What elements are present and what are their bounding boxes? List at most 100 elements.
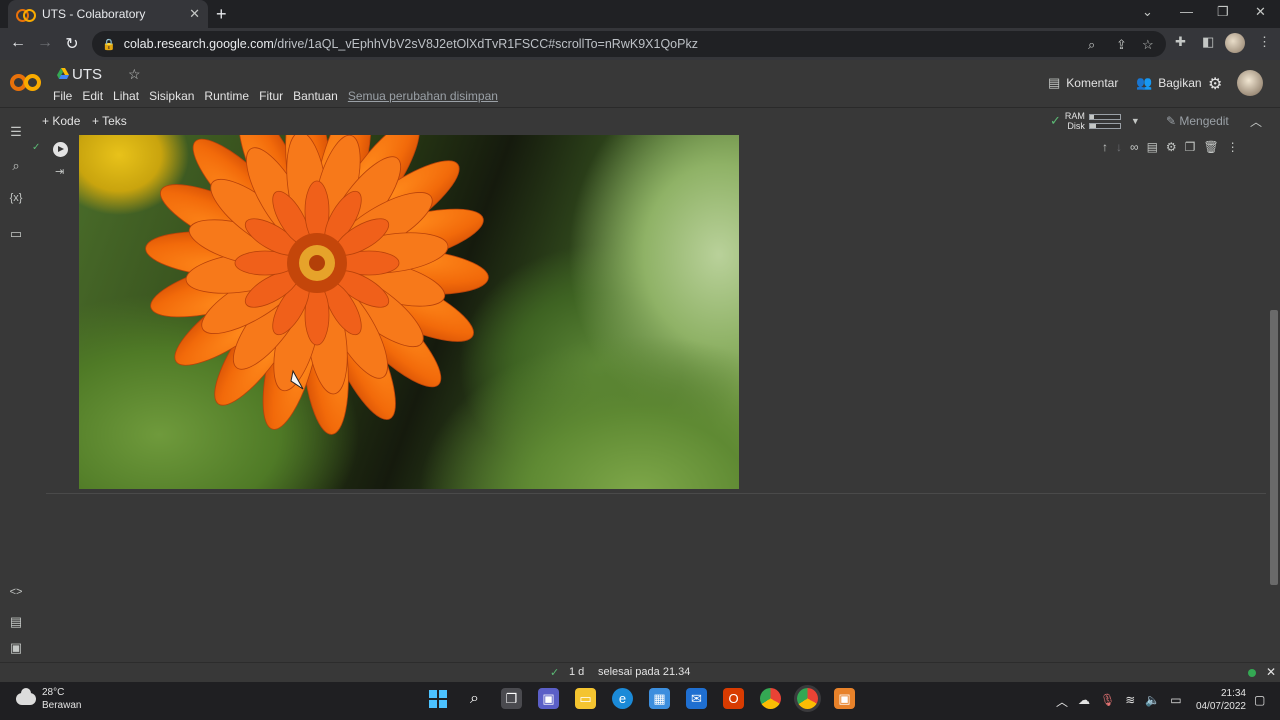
mail-icon[interactable]: ✉ [686, 688, 707, 709]
menu-help[interactable]: Bantuan [293, 89, 338, 103]
chrome-icon[interactable] [760, 688, 781, 709]
people-icon: 👥 [1136, 75, 1153, 90]
output-options-icon[interactable]: ⇥ [55, 165, 64, 178]
share-label: Bagikan [1158, 76, 1202, 90]
comment-cell-icon[interactable]: ▤ [1147, 140, 1158, 154]
side-panel-icon[interactable]: ◧ [1202, 34, 1214, 50]
cell-output-image [79, 135, 739, 489]
files-folder-icon[interactable]: ▭ [8, 226, 24, 242]
notification-icon[interactable]: ▢ [1254, 693, 1265, 707]
windows-start-icon[interactable] [427, 688, 448, 709]
editing-mode-button[interactable]: ✎ Mengedit [1166, 114, 1229, 128]
disk-usage-fill [1089, 123, 1096, 128]
move-down-icon[interactable]: ↓ [1116, 140, 1122, 154]
notebook-title[interactable]: UTS [72, 66, 102, 83]
menu-insert[interactable]: Sisipkan [149, 89, 194, 103]
add-code-button[interactable]: + Kode [42, 114, 80, 128]
back-icon[interactable]: ← [8, 34, 28, 52]
execution-finished-text: selesai pada 21.34 [598, 666, 691, 678]
code-snippets-icon[interactable]: <> [8, 586, 24, 598]
link-icon[interactable]: ∞ [1130, 140, 1139, 154]
settings-gear-icon[interactable]: ⚙ [1208, 74, 1222, 94]
move-up-icon[interactable]: ↑ [1102, 140, 1108, 154]
colab-logo-icon[interactable] [10, 72, 44, 92]
file-explorer-icon[interactable]: ▭ [575, 688, 596, 709]
onedrive-cloud-icon[interactable]: ☁ [1078, 693, 1090, 710]
mirror-cell-icon[interactable]: ❐ [1185, 140, 1196, 154]
browser-profile-avatar[interactable] [1225, 33, 1245, 53]
table-of-contents-icon[interactable]: ☰ [8, 124, 24, 140]
search-taskbar-icon[interactable]: ⌕ [464, 688, 485, 709]
battery-icon[interactable]: ▭ [1170, 693, 1181, 710]
clock-date: 04/07/2022 [1195, 701, 1246, 712]
disk-label: Disk [1067, 121, 1085, 131]
ram-disk-labels: RAM Disk [1065, 111, 1085, 131]
new-tab-button[interactable]: + [216, 4, 227, 24]
search-icon[interactable]: ⌕ [8, 158, 24, 174]
chrome-profile-icon[interactable] [797, 688, 818, 709]
editing-label: Mengedit [1179, 114, 1229, 128]
more-options-icon[interactable]: ⋮ [1227, 140, 1239, 154]
teams-chat-icon[interactable]: ▣ [538, 688, 559, 709]
forward-icon[interactable]: → [35, 34, 55, 52]
menu-tools[interactable]: Fitur [259, 89, 283, 103]
share-button[interactable]: 👥 Bagikan [1136, 75, 1202, 91]
variables-icon[interactable]: {x} [8, 192, 24, 204]
menu-file[interactable]: File [53, 89, 72, 103]
url-text: colab.research.google.com/drive/1aQL_vEp… [123, 37, 698, 51]
menu-edit[interactable]: Edit [82, 89, 103, 103]
menu-runtime[interactable]: Runtime [204, 89, 249, 103]
ram-label: RAM [1064, 111, 1085, 121]
browser-tab[interactable]: UTS - Colaboratory ✕ [8, 0, 208, 28]
weather-condition: Berawan [42, 700, 82, 711]
office-icon[interactable]: O [723, 688, 744, 709]
address-bar[interactable]: 🔒 colab.research.google.com/drive/1aQL_v… [92, 31, 1166, 57]
terminal-icon[interactable]: ▣ [8, 640, 24, 656]
lock-icon: 🔒 [102, 38, 116, 51]
share-page-icon[interactable]: ⇪ [1116, 37, 1127, 53]
cell-settings-icon[interactable]: ⚙ [1166, 140, 1177, 154]
status-bar: ✓ 1 d selesai pada 21.34 ✕ [0, 662, 1280, 682]
colab-favicon-icon [16, 9, 36, 22]
close-status-icon[interactable]: ✕ [1266, 665, 1276, 679]
taskbar-clock[interactable]: 21:34 04/07/2022 [1190, 687, 1246, 713]
clock-time: 21:34 [1220, 688, 1246, 699]
collapse-header-icon[interactable]: ︿ [1250, 113, 1262, 130]
star-icon[interactable]: ☆ [128, 66, 141, 83]
command-palette-icon[interactable]: ▤ [8, 614, 24, 630]
minimize-icon[interactable]: — [1180, 4, 1193, 19]
run-status-check-icon: ✓ [32, 142, 41, 153]
ram-disk-indicator[interactable]: ✓ RAM Disk ▼ [1050, 111, 1140, 131]
zoom-search-icon[interactable]: ⌕ [1088, 37, 1095, 53]
save-status[interactable]: Semua perubahan disimpan [348, 89, 498, 103]
browser-tab-strip: UTS - Colaboratory ✕ + ⌄ — ❐ ✕ [0, 0, 1280, 28]
extensions-icon[interactable]: ✚ [1175, 34, 1186, 50]
tray-overflow-icon[interactable]: ︿ [1056, 693, 1068, 710]
tab-search-icon[interactable]: ⌄ [1142, 4, 1153, 20]
photo-app-icon[interactable]: ▣ [834, 688, 855, 709]
close-window-icon[interactable]: ✕ [1255, 4, 1266, 20]
user-avatar[interactable] [1237, 70, 1263, 96]
task-view-icon[interactable]: ❐ [501, 688, 522, 709]
delete-cell-icon[interactable]: 🗑 [1203, 140, 1218, 154]
microphone-icon[interactable]: 🎙 [1100, 693, 1115, 710]
browser-menu-icon[interactable]: ⋮ [1258, 34, 1271, 50]
comment-icon: ▤ [1048, 75, 1061, 90]
reload-icon[interactable]: ↻ [62, 34, 82, 54]
wifi-icon[interactable]: ≋ [1125, 693, 1135, 710]
page-scrollbar[interactable] [1270, 310, 1278, 585]
volume-icon[interactable]: 🔈 [1145, 693, 1160, 710]
tab-close-icon[interactable]: ✕ [189, 6, 200, 22]
caret-down-icon[interactable]: ▼ [1131, 116, 1140, 126]
comment-button[interactable]: ▤ Komentar [1048, 75, 1118, 91]
run-cell-button[interactable] [53, 142, 68, 157]
menu-view[interactable]: Lihat [113, 89, 139, 103]
bookmark-star-icon[interactable]: ☆ [1142, 37, 1154, 53]
weather-widget[interactable]: 28°C Berawan [16, 686, 81, 712]
ram-usage-bar [1088, 113, 1121, 120]
restore-icon[interactable]: ❐ [1217, 4, 1229, 20]
add-text-button[interactable]: + Teks [92, 114, 127, 128]
microsoft-store-icon[interactable]: ▦ [649, 688, 670, 709]
flower-photo [145, 135, 489, 435]
edge-browser-icon[interactable]: e [612, 688, 633, 709]
